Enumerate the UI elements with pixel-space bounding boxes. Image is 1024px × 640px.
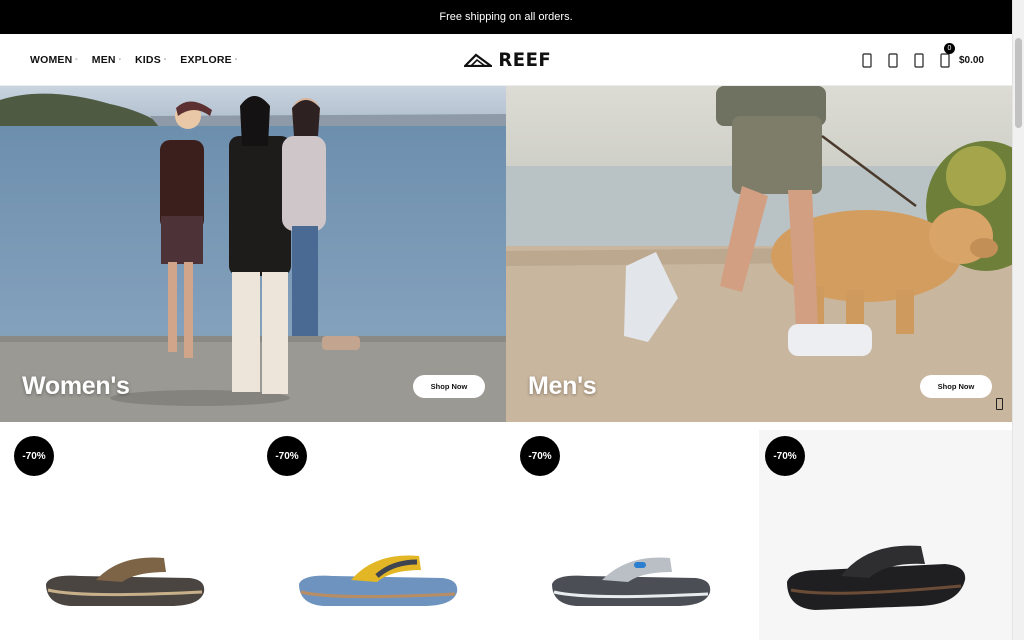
sandal-sole — [552, 575, 711, 606]
chevron-down-icon: ▫ — [234, 57, 238, 63]
cart-button[interactable]: 0 $0.00 — [939, 43, 984, 68]
slider-control-icon[interactable] — [996, 398, 1003, 410]
hero-men[interactable]: Men's Shop Now — [506, 86, 1012, 422]
product-card[interactable]: -70% — [0, 430, 253, 640]
product-grid: -70% -70% -70% -70% — [0, 430, 1012, 640]
sandal-sole — [46, 575, 205, 606]
hero-women-title: Women's — [22, 372, 130, 400]
cart-total: $0.00 — [958, 54, 984, 66]
site-header: WOMEN ▫ MEN ▫ KIDS ▫ EXPLORE ▫ REEF 0 $0… — [0, 34, 1012, 86]
user-icon[interactable] — [887, 52, 899, 68]
discount-badge: -70% — [520, 436, 560, 476]
scrollbar-thumb[interactable] — [1015, 38, 1022, 128]
cart-count-badge: 0 — [943, 43, 955, 54]
product-image — [552, 557, 711, 606]
nav-women-label: WOMEN — [30, 54, 73, 66]
header-actions: 0 $0.00 — [861, 34, 984, 86]
brand-logo[interactable]: REEF — [464, 49, 553, 71]
announcement-bar: Free shipping on all orders. — [0, 0, 1012, 34]
search-icon[interactable] — [861, 52, 873, 68]
nav-women[interactable]: WOMEN ▫ — [30, 54, 78, 66]
nav-men-label: MEN — [91, 54, 116, 66]
discount-badge: -70% — [267, 436, 307, 476]
product-card[interactable]: -70% — [759, 430, 1012, 640]
chevron-down-icon: ▫ — [75, 57, 78, 63]
hero-women[interactable]: Women's Shop Now — [0, 86, 506, 422]
nav-men[interactable]: MEN ▫ — [92, 54, 121, 66]
discount-badge: -70% — [14, 436, 54, 476]
shop-men-button[interactable]: Shop Now — [920, 375, 992, 398]
page-scrollbar[interactable] — [1012, 0, 1024, 640]
announcement-text: Free shipping on all orders. — [439, 11, 573, 23]
product-card[interactable]: -70% — [506, 430, 759, 640]
wishlist-icon[interactable] — [913, 52, 925, 68]
brand-name: REEF — [498, 49, 552, 71]
shop-women-button[interactable]: Shop Now — [413, 375, 485, 398]
nav-explore[interactable]: EXPLORE ▫ — [180, 54, 237, 66]
nav-explore-label: EXPLORE — [180, 54, 232, 66]
product-image — [787, 545, 966, 610]
nav-kids[interactable]: KIDS ▫ — [135, 54, 166, 66]
product-image — [299, 555, 458, 606]
chevron-down-icon: ▫ — [118, 57, 122, 63]
reef-logo-icon — [464, 53, 492, 67]
chevron-down-icon: ▫ — [163, 57, 167, 63]
product-card[interactable]: -70% — [253, 430, 506, 640]
product-image — [46, 557, 205, 606]
hero-men-title: Men's — [528, 372, 597, 400]
cart-icon — [939, 52, 951, 68]
main-nav: WOMEN ▫ MEN ▫ KIDS ▫ EXPLORE ▫ — [30, 34, 237, 86]
nav-kids-label: KIDS — [135, 54, 161, 66]
discount-badge: -70% — [765, 436, 805, 476]
